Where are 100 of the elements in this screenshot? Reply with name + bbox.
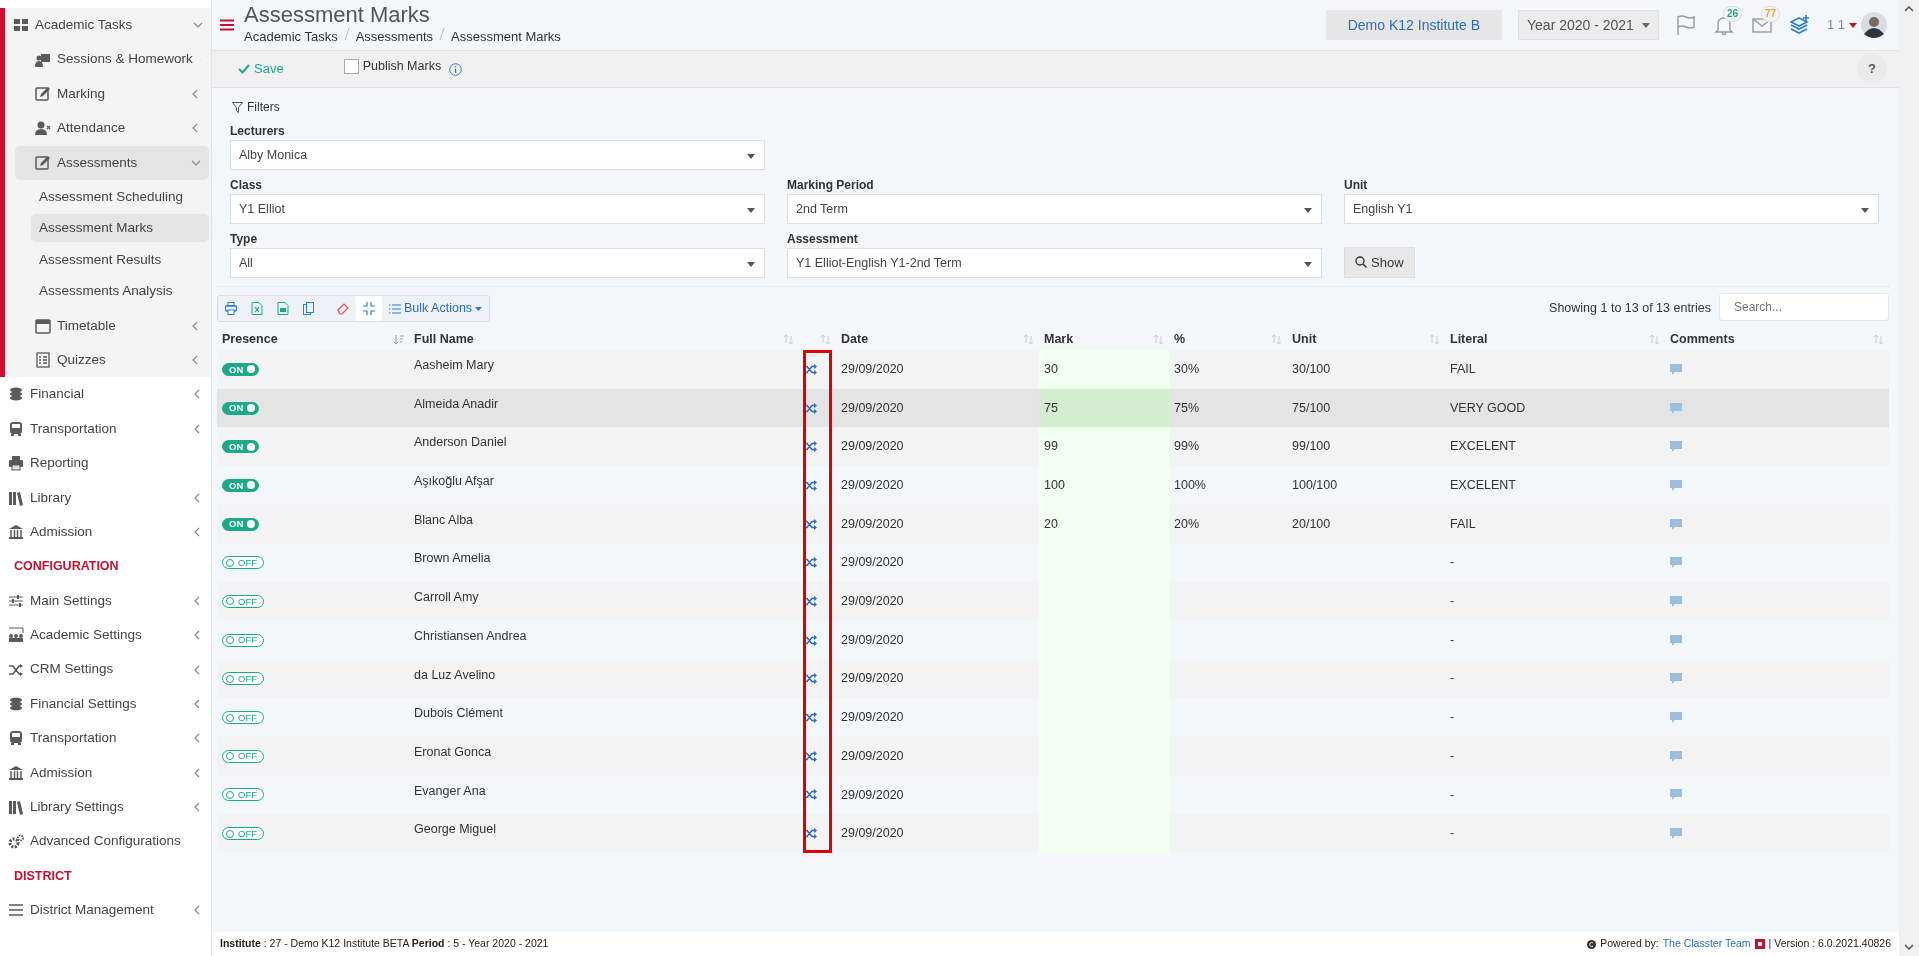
help-button[interactable]: ? bbox=[1857, 54, 1887, 84]
sidebar-item[interactable]: Assessments bbox=[15, 145, 209, 180]
shuffle-icon[interactable] bbox=[804, 402, 817, 414]
scroll-up-icon[interactable] bbox=[1904, 6, 1914, 12]
sort-icon[interactable] bbox=[1272, 334, 1282, 345]
sidebar-item[interactable]: District Management bbox=[0, 893, 211, 928]
shuffle-icon[interactable] bbox=[804, 479, 817, 491]
shuffle-icon[interactable] bbox=[804, 634, 817, 646]
sort-icon[interactable] bbox=[821, 334, 831, 345]
caret-icon[interactable] bbox=[1849, 22, 1857, 28]
sidebar-item[interactable]: Quizzes bbox=[15, 342, 209, 378]
shuffle-icon[interactable] bbox=[804, 712, 817, 724]
field-label: Class bbox=[230, 178, 264, 193]
comment-icon[interactable] bbox=[1670, 595, 1682, 607]
sort-icon[interactable] bbox=[1154, 334, 1164, 345]
sidebar-item[interactable]: Assessment Results bbox=[31, 245, 209, 274]
sidebar-item[interactable]: Assessment Scheduling bbox=[31, 182, 209, 211]
comment-icon[interactable] bbox=[1670, 518, 1682, 530]
date-cell-text: 29/09/2020 bbox=[840, 554, 905, 572]
sidebar-item[interactable]: Reporting bbox=[0, 446, 211, 481]
comment-icon[interactable] bbox=[1670, 750, 1682, 762]
publish-checkbox[interactable] bbox=[343, 58, 359, 74]
sort-descending-icon[interactable] bbox=[394, 334, 404, 345]
compress-button[interactable] bbox=[356, 296, 382, 321]
layers-plus-icon[interactable] bbox=[1788, 14, 1811, 36]
sidebar-item[interactable]: Financial bbox=[0, 377, 211, 412]
sidebar-item[interactable]: CRM Settings bbox=[0, 652, 211, 687]
sort-icon[interactable] bbox=[1024, 334, 1034, 345]
comment-icon[interactable] bbox=[1670, 557, 1682, 569]
team-link[interactable]: The Classter Team bbox=[1662, 936, 1751, 952]
sidebar-item[interactable]: Admission bbox=[0, 755, 211, 790]
avatar-icon[interactable] bbox=[1861, 12, 1887, 38]
shuffle-icon[interactable] bbox=[804, 673, 817, 685]
comment-icon[interactable] bbox=[1670, 634, 1682, 646]
sidebar-item[interactable]: Advanced Configurations bbox=[0, 824, 211, 859]
comment-icon[interactable] bbox=[1670, 712, 1682, 724]
select-field[interactable]: All bbox=[230, 248, 765, 278]
sort-icon[interactable] bbox=[1650, 334, 1660, 345]
slash-icon bbox=[343, 27, 350, 42]
breadcrumb-link[interactable]: Assessments bbox=[355, 27, 433, 47]
show-button[interactable]: Show bbox=[1344, 246, 1415, 278]
literal-cell-text: FAIL bbox=[1449, 360, 1477, 378]
sidebar-item[interactable]: Marking bbox=[15, 76, 209, 112]
mark-field[interactable]: 30 bbox=[1039, 350, 1169, 389]
caret-icon bbox=[747, 262, 755, 267]
copyright-icon bbox=[1587, 939, 1597, 949]
sidebar-item[interactable]: Academic Settings bbox=[0, 618, 211, 653]
select-field[interactable]: Alby Monica bbox=[230, 140, 765, 170]
mark-field[interactable]: 20 bbox=[1039, 504, 1169, 544]
mark-field[interactable]: 100 bbox=[1039, 466, 1169, 505]
flag-icon[interactable] bbox=[1674, 14, 1697, 36]
menu-icon[interactable] bbox=[220, 19, 234, 31]
comment-icon[interactable] bbox=[1670, 479, 1682, 491]
sidebar-item[interactable]: Library Settings bbox=[0, 790, 211, 825]
sidebar-item[interactable]: Main Settings bbox=[0, 583, 211, 619]
search-field[interactable]: Search... bbox=[1719, 292, 1889, 321]
shuffle-icon[interactable] bbox=[804, 789, 817, 801]
institute-button[interactable]: Demo K12 Institute B bbox=[1325, 10, 1502, 40]
scroll-down-icon[interactable] bbox=[1904, 944, 1914, 950]
date-cell-text: 29/09/2020 bbox=[840, 709, 905, 727]
shuffle-icon[interactable] bbox=[804, 557, 817, 569]
comment-icon[interactable] bbox=[1670, 828, 1682, 840]
info-icon[interactable] bbox=[449, 62, 463, 76]
comment-icon[interactable] bbox=[1670, 402, 1682, 414]
select-field[interactable]: 2nd Term bbox=[787, 194, 1322, 224]
student-name: da Luz Avelino bbox=[413, 666, 497, 684]
mark-field[interactable]: 75 bbox=[1039, 388, 1169, 428]
column-header: Presence bbox=[217, 326, 409, 350]
comment-icon[interactable] bbox=[1670, 363, 1682, 375]
comment-icon[interactable] bbox=[1670, 673, 1682, 685]
shuffle-icon[interactable] bbox=[804, 518, 817, 530]
comment-icon[interactable] bbox=[1670, 789, 1682, 801]
select-field[interactable]: Y1 Elliot bbox=[230, 194, 765, 224]
select-field[interactable]: Y1 Elliot-English Y1-2nd Term bbox=[787, 248, 1322, 278]
mark-field[interactable]: 99 bbox=[1039, 427, 1169, 467]
sidebar-item[interactable]: Attendance bbox=[15, 111, 209, 146]
date-cell-text: 29/09/2020 bbox=[840, 747, 905, 765]
comment-icon[interactable] bbox=[1670, 441, 1682, 453]
sidebar-item[interactable]: Admission bbox=[0, 514, 211, 550]
breadcrumb-link[interactable]: Academic Tasks bbox=[244, 27, 338, 47]
sidebar-item[interactable]: Financial Settings bbox=[0, 686, 211, 722]
shuffle-icon[interactable] bbox=[804, 363, 817, 375]
sidebar-item[interactable]: Assessment Marks bbox=[31, 214, 209, 243]
shuffle-icon[interactable] bbox=[804, 750, 817, 762]
sort-icon[interactable] bbox=[784, 334, 794, 345]
sidebar-item[interactable]: Sessions & Homework bbox=[15, 42, 209, 77]
sidebar-item[interactable]: Academic Tasks bbox=[5, 8, 211, 43]
sidebar-item[interactable]: Timetable bbox=[15, 308, 209, 343]
sidebar-item[interactable]: Library bbox=[0, 480, 211, 515]
shuffle-icon[interactable] bbox=[804, 595, 817, 607]
sidebar-item[interactable]: Assessments Analysis bbox=[31, 277, 209, 306]
shuffle-icon[interactable] bbox=[804, 441, 817, 453]
sort-icon[interactable] bbox=[1430, 334, 1440, 345]
shuffle-icon[interactable] bbox=[804, 828, 817, 840]
select-field[interactable]: English Y1 bbox=[1344, 194, 1879, 224]
sidebar-item[interactable]: Transportation bbox=[0, 411, 211, 447]
year-dropdown[interactable]: Year 2020 - 2021 bbox=[1518, 10, 1659, 40]
sort-icon[interactable] bbox=[1874, 334, 1884, 345]
sidebar-item[interactable]: Transportation bbox=[0, 721, 211, 756]
student-name: Dubois Clément bbox=[413, 705, 504, 723]
